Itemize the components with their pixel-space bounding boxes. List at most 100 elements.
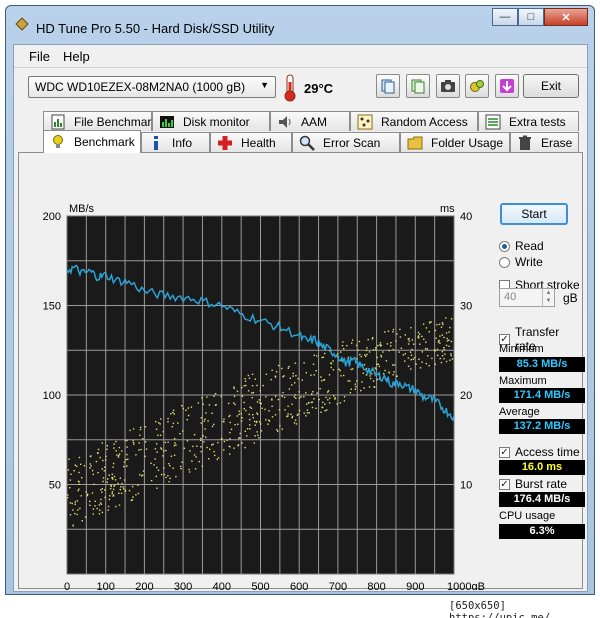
y-right-tick-label: 40 [460,211,472,223]
access-time-point [200,437,202,440]
tab-label: File Benchmark [74,114,158,129]
tab-health[interactable]: Health [210,132,292,152]
access-time-point [100,498,102,501]
access-time-point [229,453,231,455]
screenshot-button[interactable] [436,74,460,98]
options-button[interactable] [465,74,489,98]
access-time-point [228,445,230,448]
access-time-point [132,439,134,442]
tab-label: Health [241,135,276,150]
access-time-point [294,419,297,421]
access-time-point [434,329,437,332]
access-time-point [366,353,368,356]
left-axis-unit: MB/s [69,203,95,215]
tab-label: Erase [541,135,573,150]
access-time-point [321,379,323,382]
tab-disk-monitor[interactable]: Disk monitor [152,111,270,131]
access-time-checkbox[interactable]: ✓ Access time [499,445,580,459]
access-time-point [298,391,300,393]
drive-dropdown[interactable]: WDC WD10EZEX-08M2NA0 (1000 gB) ▼ [28,76,276,98]
maximum-value: 171.4 MB/s [499,388,585,403]
access-time-point [132,441,135,444]
menu-file[interactable]: File [29,49,50,64]
tab-file-benchmark[interactable]: File Benchmark [43,111,157,131]
access-time-point [78,483,80,485]
access-time-point [240,412,242,415]
access-time-point [443,358,445,360]
access-time-point [306,403,308,405]
access-time-point [126,465,128,467]
tab-error-scan[interactable]: Error Scan [292,132,400,152]
access-time-point [118,454,120,457]
tab-random-access[interactable]: Random Access [350,111,478,131]
access-time-point [229,421,231,424]
access-time-point [153,464,155,466]
menu-help[interactable]: Help [63,49,90,64]
access-time-point [399,336,402,338]
access-time-point [125,458,127,461]
access-time-point [145,441,147,443]
access-time-point [81,520,83,522]
access-time-point [274,414,277,416]
access-time-point [101,491,103,493]
access-time-point [71,502,73,505]
access-time-point [343,348,345,350]
copy-text-icon [411,79,425,94]
close-button[interactable]: ✕ [544,8,588,26]
access-time-point [374,367,377,369]
access-time-point [223,421,225,423]
benchmark-chart-area: MB/s ms 50 100 150 200 10 20 30 40 0 100 200 300 400 50… [19,153,489,590]
access-time-point [139,426,142,428]
x-tick-label: 800 [367,581,385,590]
access-time-point [171,426,173,428]
access-time-point [445,317,447,319]
exit-button[interactable]: Exit [523,74,579,98]
start-button[interactable]: Start [500,203,568,225]
write-radio[interactable]: Write [499,255,543,269]
access-time-point [123,479,126,481]
burst-rate-checkbox[interactable]: ✓ Burst rate [499,477,567,491]
copy-info-button[interactable] [376,74,400,98]
save-button[interactable] [495,74,519,98]
access-time-point [352,368,354,370]
x-tick-label: 1000gB [447,581,485,590]
access-time-point [206,396,208,398]
access-time-point [292,372,294,375]
access-time-point [243,401,245,404]
maximize-button[interactable]: □ [518,8,544,26]
title-bar[interactable]: HD Tune Pro 5.50 - Hard Disk/SSD Utility… [6,6,594,40]
access-time-point [67,494,69,496]
access-time-point [418,333,421,335]
access-time-point [281,367,283,370]
benchmark-controls: Start Read Write Short stroke 40 ▲ ▼ gB … [493,153,585,590]
access-time-point [322,406,324,409]
access-time-point [111,477,114,479]
access-time-point [316,392,318,394]
minimize-button[interactable]: — [492,8,518,26]
access-time-point [119,488,121,491]
tab-info[interactable]: Info [141,132,210,152]
tab-extra-tests[interactable]: Extra tests [478,111,579,131]
access-time-point [120,486,122,488]
app-window: HD Tune Pro 5.50 - Hard Disk/SSD Utility… [5,5,595,595]
access-time-point [169,465,171,467]
access-time-point [139,434,141,436]
access-time-point [436,324,438,326]
read-radio[interactable]: Read [499,239,544,253]
access-time-point [76,500,78,502]
access-time-point [421,351,423,353]
copy-text-button[interactable] [406,74,430,98]
tab-aam[interactable]: AAM [270,111,350,131]
tab-benchmark[interactable]: Benchmark [43,130,141,153]
access-time-point [114,479,117,481]
x-tick-label: 200 [135,581,153,590]
access-time-point [379,342,382,344]
cpu-usage-label: CPU usage [499,510,556,522]
access-time-point [159,434,162,436]
short-stroke-spinner[interactable]: 40 ▲ ▼ [499,288,555,307]
spinner-arrows-icon[interactable]: ▲ ▼ [542,289,554,306]
access-time-point [106,445,108,447]
access-time-point [291,384,293,386]
tab-folder-usage[interactable]: Folder Usage [400,132,510,152]
tab-erase[interactable]: Erase [510,132,579,152]
